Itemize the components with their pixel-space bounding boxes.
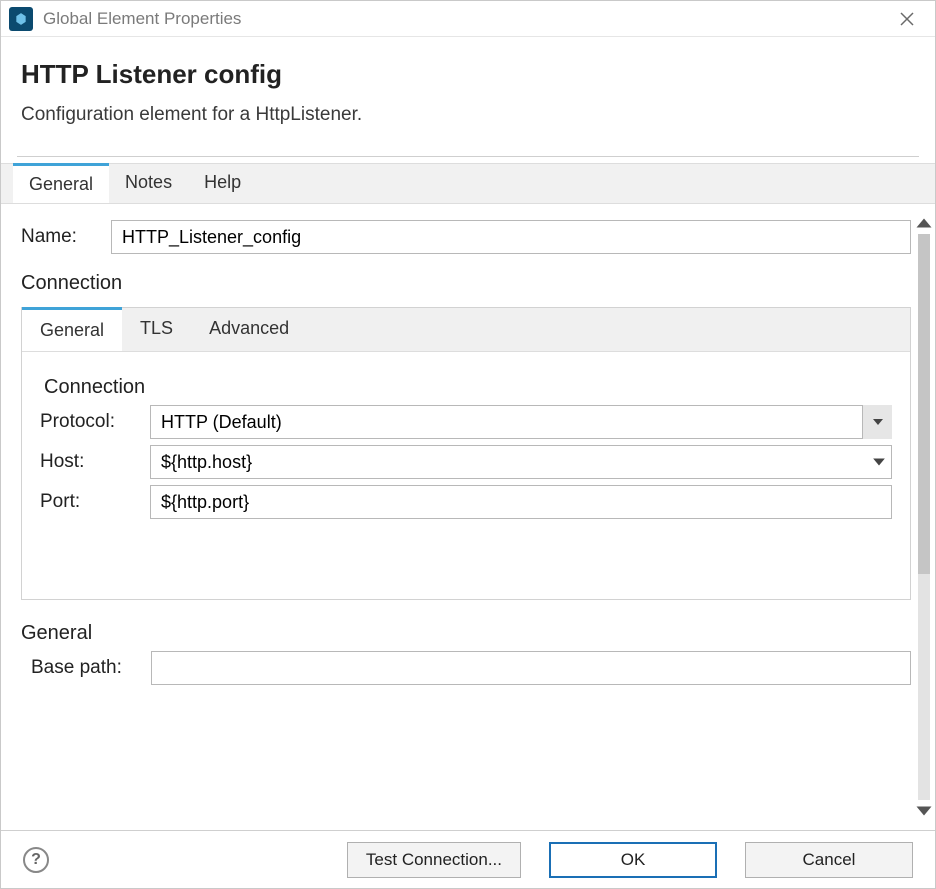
- chevron-down-icon: [872, 455, 886, 469]
- port-input[interactable]: [150, 485, 892, 519]
- tab-help[interactable]: Help: [188, 164, 257, 203]
- dialog-title: HTTP Listener config: [21, 59, 915, 90]
- protocol-row: Protocol:: [40, 405, 892, 439]
- chevron-down-icon: [872, 416, 884, 428]
- dialog-subtitle: Configuration element for a HttpListener…: [21, 104, 915, 126]
- dialog-header: HTTP Listener config Configuration eleme…: [1, 37, 935, 144]
- cancel-button[interactable]: Cancel: [745, 842, 913, 878]
- host-row: Host:: [40, 445, 892, 479]
- basepath-row: Base path:: [31, 651, 911, 685]
- basepath-label: Base path:: [31, 657, 151, 679]
- name-input[interactable]: [111, 220, 911, 254]
- protocol-dropdown-button[interactable]: [862, 405, 892, 439]
- close-button[interactable]: [887, 5, 927, 33]
- scroll-down-button[interactable]: [915, 802, 933, 820]
- name-row: Name:: [21, 220, 911, 254]
- inner-tab-general[interactable]: General: [22, 307, 122, 351]
- general-section-label: General: [21, 622, 911, 645]
- titlebar: Global Element Properties: [1, 1, 935, 37]
- inner-body: Connection Protocol: Host:: [22, 352, 910, 529]
- basepath-input[interactable]: [151, 651, 911, 685]
- dialog-window: Global Element Properties HTTP Listener …: [0, 0, 936, 889]
- dialog-footer: ? Test Connection... OK Cancel: [1, 830, 935, 888]
- inner-connection-title: Connection: [44, 376, 892, 399]
- port-row: Port:: [40, 485, 892, 519]
- chevron-down-icon: [915, 802, 933, 820]
- divider: [17, 156, 919, 157]
- chevron-up-icon: [915, 214, 933, 232]
- help-button[interactable]: ?: [23, 847, 49, 873]
- inner-tabs: General TLS Advanced: [22, 308, 910, 352]
- scroll-up-button[interactable]: [915, 214, 933, 232]
- host-dropdown-button[interactable]: [872, 455, 886, 469]
- protocol-value[interactable]: [150, 405, 892, 439]
- name-label: Name:: [21, 226, 111, 248]
- close-icon: [900, 12, 914, 26]
- host-combo[interactable]: [150, 445, 892, 479]
- protocol-select[interactable]: [150, 405, 892, 439]
- ok-button[interactable]: OK: [549, 842, 717, 878]
- host-input[interactable]: [150, 445, 892, 479]
- test-connection-button[interactable]: Test Connection...: [347, 842, 521, 878]
- tab-notes[interactable]: Notes: [109, 164, 188, 203]
- outer-tabs: General Notes Help: [1, 163, 935, 204]
- vertical-scrollbar[interactable]: [915, 214, 933, 820]
- inner-tab-advanced[interactable]: Advanced: [191, 308, 307, 351]
- dialog-body: Name: Connection General TLS Advanced Co…: [1, 204, 935, 830]
- port-label: Port:: [40, 491, 150, 513]
- window-title: Global Element Properties: [43, 9, 241, 29]
- inner-tab-tls[interactable]: TLS: [122, 308, 191, 351]
- host-label: Host:: [40, 451, 150, 473]
- scroll-track[interactable]: [918, 234, 930, 800]
- app-icon: [9, 7, 33, 31]
- connection-panel: General TLS Advanced Connection Protocol…: [21, 307, 911, 600]
- tab-general[interactable]: General: [13, 163, 109, 203]
- protocol-label: Protocol:: [40, 411, 150, 433]
- connection-section-label: Connection: [21, 272, 911, 295]
- scroll-thumb[interactable]: [918, 234, 930, 574]
